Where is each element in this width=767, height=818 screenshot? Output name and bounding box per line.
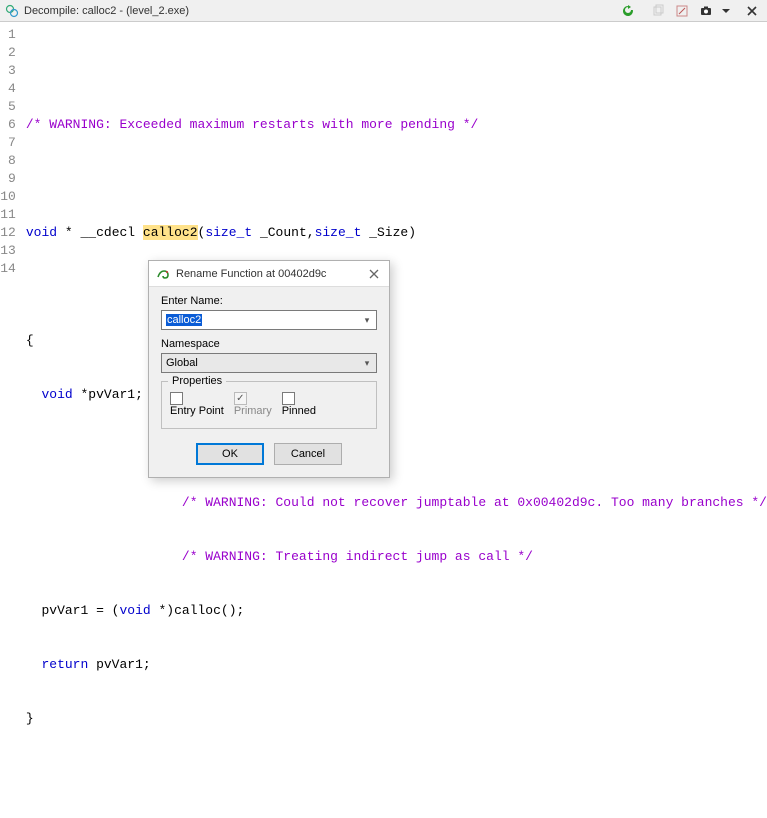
code-line [26, 278, 767, 296]
dropdown-button[interactable] [719, 2, 733, 20]
properties-legend: Properties [168, 375, 226, 387]
enter-name-label: Enter Name: [161, 295, 377, 307]
ok-button[interactable]: OK [196, 443, 264, 465]
function-name-highlight[interactable]: calloc2 [143, 225, 198, 240]
namespace-select[interactable]: Global ▾ [161, 353, 377, 373]
checkbox-icon [282, 392, 295, 405]
window-title: Decompile: calloc2 - (level_2.exe) [24, 5, 615, 17]
enter-name-input[interactable]: calloc2 ▾ [161, 310, 377, 330]
edit-button[interactable] [671, 2, 693, 20]
cancel-button[interactable]: Cancel [274, 443, 342, 465]
enter-name-value: calloc2 [166, 314, 202, 326]
code-line: /* WARNING: Could not recover jumptable … [26, 494, 767, 512]
decompile-icon [4, 3, 20, 19]
chevron-down-icon[interactable]: ▾ [360, 315, 374, 326]
checkbox-icon: ✓ [234, 392, 247, 405]
code-line: return pvVar1; [26, 656, 767, 674]
code-line [26, 170, 767, 188]
close-button[interactable] [741, 2, 763, 20]
dialog-body: Enter Name: calloc2 ▾ Namespace Global ▾… [149, 287, 389, 433]
rename-function-dialog: Rename Function at 00402d9c Enter Name: … [148, 260, 390, 478]
code-line: void *pvVar1; [26, 386, 767, 404]
properties-group: Properties Entry Point ✓ Primary Pinned [161, 381, 377, 429]
code-line: /* WARNING: Treating indirect jump as ca… [26, 548, 767, 566]
copy-button [647, 2, 669, 20]
code-line: } [26, 710, 767, 728]
checkbox-icon [170, 392, 183, 405]
titlebar: Decompile: calloc2 - (level_2.exe) [0, 0, 767, 22]
code-line [26, 764, 767, 782]
namespace-value: Global [164, 357, 360, 369]
code-line: void * __cdecl calloc2(size_t _Count,siz… [26, 224, 767, 242]
code-line: pvVar1 = (void *)calloc(); [26, 602, 767, 620]
refresh-button[interactable] [617, 2, 639, 20]
chevron-down-icon[interactable]: ▾ [360, 358, 374, 369]
snapshot-button[interactable] [695, 2, 717, 20]
entry-point-checkbox[interactable]: Entry Point [170, 392, 224, 417]
dialog-title: Rename Function at 00402d9c [176, 268, 365, 280]
line-gutter: 1234567891011121314 [0, 22, 20, 508]
dialog-titlebar[interactable]: Rename Function at 00402d9c [149, 261, 389, 287]
code-line [26, 62, 767, 80]
ghidra-icon [155, 266, 171, 282]
primary-checkbox: ✓ Primary [234, 392, 272, 417]
pinned-checkbox[interactable]: Pinned [282, 392, 316, 417]
code-line: { [26, 332, 767, 350]
dialog-close-icon[interactable] [365, 265, 383, 283]
code-content[interactable]: /* WARNING: Exceeded maximum restarts wi… [20, 22, 767, 508]
code-line: /* WARNING: Exceeded maximum restarts wi… [26, 116, 767, 134]
dialog-buttons: OK Cancel [149, 433, 389, 477]
namespace-label: Namespace [161, 338, 377, 350]
code-line [26, 440, 767, 458]
